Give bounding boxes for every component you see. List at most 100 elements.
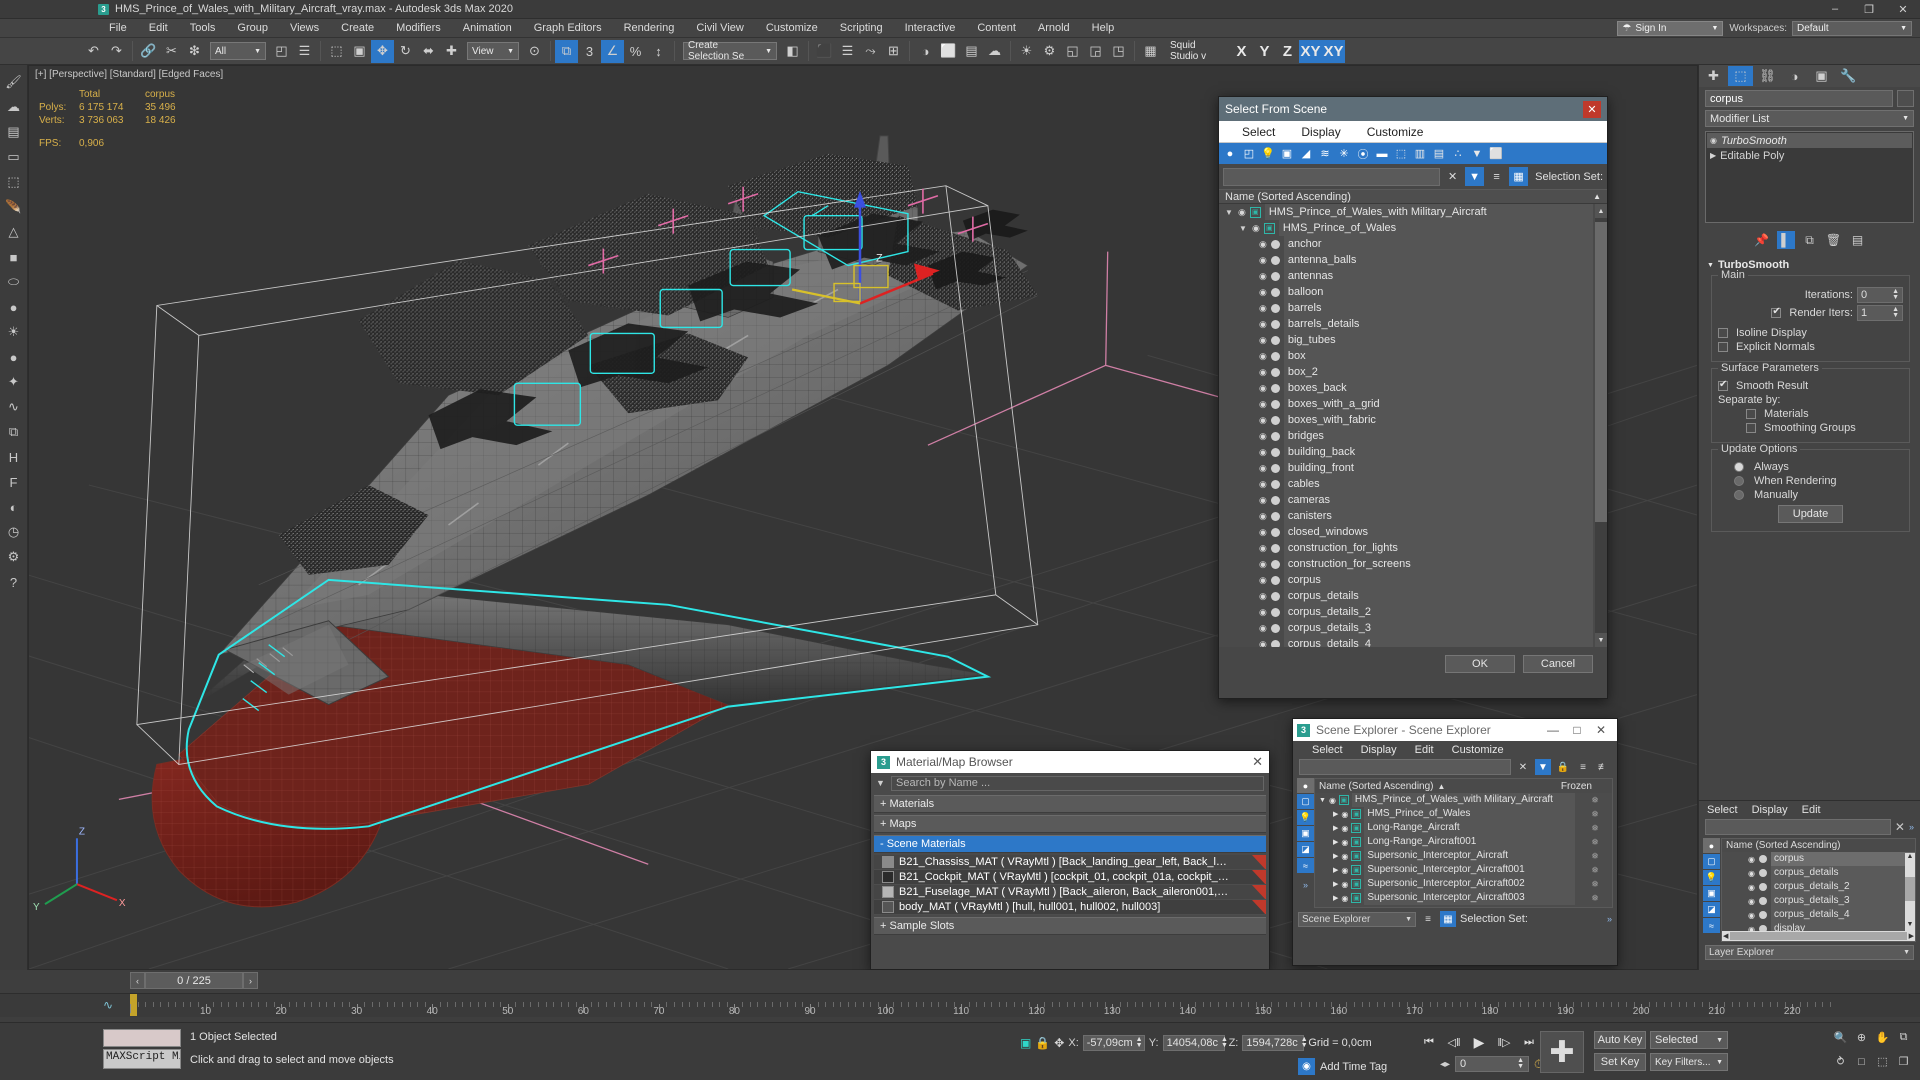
expand-triangle-icon[interactable]: ▶ [1333, 838, 1338, 846]
feather-icon[interactable]: 🪶 [2, 195, 26, 219]
menu-content[interactable]: Content [966, 19, 1027, 38]
named-selection-set-input[interactable]: Create Selection Se ▼ [683, 40, 777, 62]
eye-icon[interactable]: ◉ [1710, 136, 1717, 145]
rendered-frame-window-button[interactable]: ▤ [960, 40, 983, 63]
scene-explorer-dialog[interactable]: 3 Scene Explorer - Scene Explorer — □ ✕ … [1292, 718, 1618, 966]
smooth-result-checkbox[interactable] [1718, 379, 1728, 391]
select-from-scene-column-header[interactable]: Name (Sorted Ascending) ▲ [1219, 189, 1607, 204]
frame-ruler[interactable]: 10 20 30 40 50 60 70 80 90 100 110 120 130 140 150 160 1… [130, 997, 1831, 1017]
x-coordinate-field[interactable]: -57,09cm ▲ ▼ [1082, 1035, 1145, 1051]
scroll-thumb[interactable] [1595, 222, 1607, 522]
expand-all-icon[interactable]: ≡ [1487, 167, 1506, 186]
gear-icon[interactable]: ⚙ [2, 545, 26, 569]
scene-explorer-row[interactable]: ▶ ◉ ▣ Supersonic_Interceptor_Aircraft001 ❅ [1315, 863, 1612, 877]
spinner-arrows-icon[interactable]: ▲ ▼ [1517, 1057, 1524, 1070]
fx-icon[interactable]: F [2, 470, 26, 494]
z-coordinate-field[interactable]: 1594,728c ▲ ▼ [1242, 1035, 1308, 1051]
eye-icon[interactable]: ◉ [1259, 559, 1267, 570]
scx-menu-display[interactable]: Display [1352, 744, 1406, 756]
select-subtree-icon[interactable]: ▼ [1468, 145, 1486, 163]
minimize-button[interactable]: – [1818, 0, 1852, 19]
object-name-input[interactable]: corpus [1705, 90, 1893, 107]
selection-set-icon[interactable]: ▦ [1509, 167, 1529, 186]
scene-tree-row[interactable]: ◉ cameras [1219, 492, 1607, 508]
play-animation-button[interactable]: ▶ [1468, 1033, 1490, 1051]
layer-explorer-mode-select[interactable]: Layer Explorer ▼ [1705, 945, 1914, 960]
group-icon[interactable]: ▣ [1249, 206, 1261, 218]
auto-key-button[interactable]: Auto Key [1594, 1031, 1646, 1049]
group-icon[interactable]: ▣ [1351, 879, 1362, 889]
menu-help[interactable]: Help [1081, 19, 1126, 38]
layer-explorer-button[interactable]: ☰ [836, 40, 859, 63]
render-iters-checkbox[interactable] [1771, 306, 1782, 318]
when-rendering-radio[interactable] [1734, 476, 1744, 486]
collapse-triangle-icon[interactable]: ▼ [1239, 224, 1248, 233]
eye-icon[interactable]: ◉ [1341, 810, 1348, 819]
expand-triangle-icon[interactable]: ▶ [1333, 894, 1338, 902]
star-icon[interactable]: ✦ [2, 370, 26, 394]
scene-tree-row[interactable]: ◉ barrels [1219, 300, 1607, 316]
angle-snap-button[interactable]: ∠ [601, 39, 624, 63]
light-group-button[interactable]: ☀ [1015, 40, 1038, 63]
key-filter-target-select[interactable]: Selected ▼ [1650, 1031, 1728, 1049]
eye-icon[interactable]: ◉ [1748, 911, 1755, 920]
material-row[interactable]: B21_Cockpit_MAT ( VRayMtl ) [cockpit_01,… [874, 870, 1266, 885]
previous-frame-button[interactable]: ◁‖ [1443, 1033, 1465, 1051]
arc-icon[interactable]: ◷ [2, 520, 26, 544]
hierarchy-tab[interactable]: ⛓ [1755, 66, 1780, 86]
y-coordinate-field[interactable]: 14054,08c ▲ ▼ [1162, 1035, 1228, 1051]
scene-explorer-row[interactable]: ▼ ◉ ▣ HMS_Prince_of_Wales_with Military_Air… [1315, 793, 1612, 807]
eye-icon[interactable]: ◉ [1259, 623, 1267, 634]
motion-tab[interactable]: ◑ [1782, 66, 1807, 86]
scene-tree-row[interactable]: ◉ antenna_balls [1219, 252, 1607, 268]
layer-menu-edit[interactable]: Edit [1802, 804, 1821, 816]
frozen-icon[interactable]: ❅ [1578, 809, 1612, 820]
track-view-icon[interactable]: ∿ [103, 998, 113, 1012]
scene-tree-row[interactable]: ◉ box_2 [1219, 364, 1607, 380]
render-iters-spinner[interactable]: 1 ▲ ▼ [1857, 305, 1903, 321]
next-frame-button[interactable]: › [243, 972, 258, 989]
set-key-mode-button[interactable]: Set Key [1594, 1053, 1646, 1071]
snap-toggle-button[interactable]: ⧉ [555, 39, 578, 63]
filter-xrefs-icon[interactable]: ⦿ [1354, 145, 1372, 163]
sphere-icon[interactable]: ● [2, 345, 26, 369]
spinner-snap-button[interactable]: ↕ [647, 40, 670, 63]
select-and-rotate-button[interactable]: ↻ [394, 40, 417, 63]
scene-tree-row[interactable]: ◉ box [1219, 348, 1607, 364]
select-from-scene-dialog[interactable]: Select From Scene ✕ Select Display Customi… [1218, 96, 1608, 699]
frozen-icon[interactable]: ❅ [1578, 837, 1612, 848]
filter-cameras-icon[interactable]: ▣ [1297, 826, 1314, 841]
menu-interactive[interactable]: Interactive [894, 19, 967, 38]
menu-scripting[interactable]: Scripting [829, 19, 894, 38]
scene-explorer-row[interactable]: ▶ ◉ ▣ HMS_Prince_of_Wales ❅ [1315, 807, 1612, 821]
eye-icon[interactable]: ◉ [1259, 543, 1267, 554]
help-icon[interactable]: ? [2, 570, 26, 594]
group-icon[interactable]: ▣ [1351, 809, 1362, 819]
wave-icon[interactable]: ∿ [2, 395, 26, 419]
sample-slots-section[interactable]: + Sample Slots [874, 917, 1266, 935]
filter-groups-icon[interactable]: ✳ [1335, 145, 1353, 163]
vray-progress-button[interactable]: ◳ [1107, 40, 1130, 63]
scene-tree-row[interactable]: ◉ antennas [1219, 268, 1607, 284]
select-and-place-button[interactable]: ✚ [440, 40, 463, 63]
scene-tree-row[interactable]: ▼ ◉ ▣ HMS_Prince_of_Wales [1219, 220, 1607, 236]
ellipse-icon[interactable]: ⬭ [2, 270, 26, 294]
eye-icon[interactable]: ◉ [1341, 880, 1348, 889]
box-outline-icon[interactable]: ⬚ [2, 170, 26, 194]
expand-all-icon[interactable]: ≡ [1575, 759, 1591, 775]
scene-explorer-search-input[interactable] [1299, 759, 1511, 775]
redo-button[interactable]: ↷ [105, 40, 128, 63]
menu-civil-view[interactable]: Civil View [685, 19, 754, 38]
frozen-icon[interactable]: ❅ [1578, 795, 1612, 806]
filter-funnel-icon[interactable]: ▼ [1535, 759, 1551, 775]
scene-tree-row[interactable]: ◉ construction_for_screens [1219, 556, 1607, 572]
when-rendering-row[interactable]: When Rendering [1718, 475, 1903, 487]
select-from-scene-titlebar[interactable]: Select From Scene ✕ [1219, 97, 1607, 121]
maximize-button[interactable]: □ [1565, 723, 1589, 737]
eye-icon[interactable]: ◉ [1259, 351, 1267, 362]
unlink-selection-button[interactable]: ✂ [160, 40, 183, 63]
eye-icon[interactable]: ◉ [1259, 607, 1267, 618]
always-row[interactable]: Always [1718, 461, 1903, 473]
always-radio[interactable] [1734, 462, 1744, 472]
create-tab[interactable]: ✚ [1701, 66, 1726, 86]
